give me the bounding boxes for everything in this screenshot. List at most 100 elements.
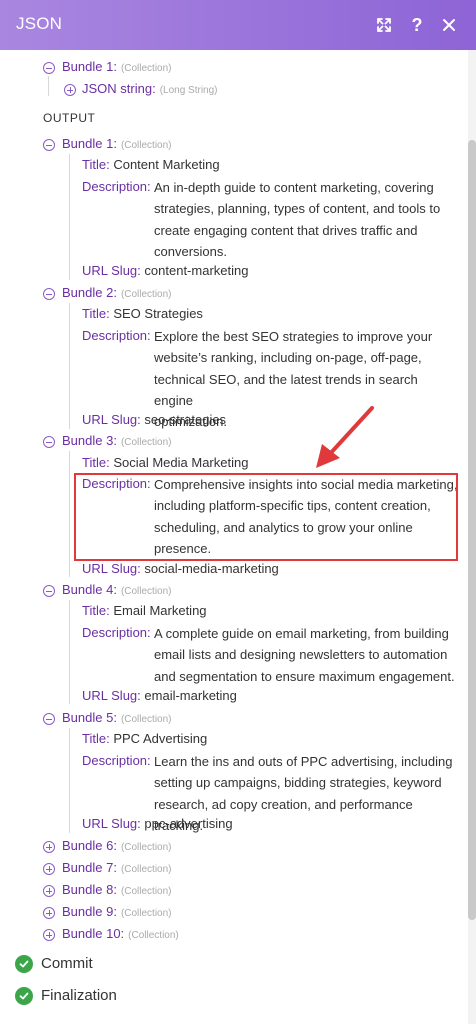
- title-field[interactable]: Title: SEO Strategies: [82, 304, 203, 324]
- tree-line: [69, 154, 70, 280]
- url-slug-field[interactable]: URL Slug: email-marketing: [82, 686, 237, 706]
- description-key: Description:: [82, 751, 151, 771]
- type-badge: (Collection): [120, 140, 172, 151]
- url-slug-field[interactable]: URL Slug: social-media-marketing: [82, 559, 279, 579]
- title-field[interactable]: Title: Email Marketing: [82, 601, 207, 621]
- url-slug-field[interactable]: URL Slug: content-marketing: [82, 261, 248, 281]
- title-field[interactable]: Title: Content Marketing: [82, 155, 220, 175]
- annotation-arrow-icon: [316, 406, 374, 468]
- bundle-label: Bundle 10:: [62, 926, 125, 941]
- input-bundle-row[interactable]: Bundle 1: (Collection): [62, 57, 172, 77]
- field-key: Description:: [82, 179, 151, 194]
- bundle-row[interactable]: Bundle 9: (Collection): [62, 902, 172, 922]
- dialog-header: JSON ?: [0, 0, 476, 50]
- minus-circle-icon[interactable]: [43, 585, 55, 597]
- minus-circle-icon[interactable]: [43, 139, 55, 151]
- type-badge: (Collection): [120, 63, 172, 74]
- bundle-label: Bundle 9:: [62, 904, 117, 919]
- desc-line: conversions.: [154, 243, 227, 259]
- bundle-row[interactable]: Bundle 3: (Collection): [62, 431, 172, 451]
- minus-circle-icon[interactable]: [43, 436, 55, 448]
- title-field[interactable]: Title: Social Media Marketing: [82, 453, 248, 473]
- title-field[interactable]: Title: PPC Advertising: [82, 729, 207, 749]
- field-key: Title:: [82, 455, 110, 470]
- plus-circle-icon[interactable]: [43, 841, 55, 853]
- desc-line: email lists and designing newsletters to…: [154, 647, 448, 663]
- bundle-row[interactable]: Bundle 8: (Collection): [62, 880, 172, 900]
- field-key: Title:: [82, 306, 110, 321]
- plus-circle-icon[interactable]: [43, 907, 55, 919]
- bundle-label: Bundle 3:: [62, 433, 117, 448]
- question-icon[interactable]: ?: [405, 13, 429, 37]
- field-value: content-marketing: [144, 263, 249, 278]
- scrollbar-thumb[interactable]: [468, 140, 476, 920]
- plus-circle-icon[interactable]: [64, 84, 76, 96]
- type-badge: (Collection): [120, 842, 172, 853]
- bundle-label: Bundle 4:: [62, 582, 117, 597]
- field-key: URL Slug:: [82, 816, 141, 831]
- desc-line: A complete guide on email marketing, fro…: [154, 626, 449, 641]
- type-badge: (Collection): [128, 930, 179, 941]
- output-section-label: OUTPUT: [43, 111, 96, 125]
- description-key: Description:: [82, 177, 151, 197]
- description-key: Description:: [82, 326, 151, 346]
- desc-line: technical SEO, and the latest trends in …: [154, 371, 418, 408]
- tree-line: [69, 728, 70, 833]
- type-badge: (Collection): [120, 886, 172, 897]
- bundle-row[interactable]: Bundle 10: (Collection): [62, 924, 179, 944]
- field-key: Title:: [82, 603, 110, 618]
- bundle-row[interactable]: Bundle 6: (Collection): [62, 836, 172, 856]
- tree-line: [69, 600, 70, 704]
- field-key: Description:: [82, 625, 151, 640]
- field-value: PPC Advertising: [113, 731, 208, 746]
- minus-circle-icon[interactable]: [43, 713, 55, 725]
- status-finalization[interactable]: Finalization: [41, 987, 117, 1004]
- desc-line: strategies, planning, types of content, …: [154, 201, 441, 217]
- bundle-row[interactable]: Bundle 2: (Collection): [62, 283, 172, 303]
- tree-line: [69, 451, 70, 577]
- tree-line: [48, 76, 49, 96]
- desc-line: website’s ranking, including on-page, of…: [154, 350, 422, 366]
- plus-circle-icon[interactable]: [43, 885, 55, 897]
- field-key: URL Slug:: [82, 412, 141, 427]
- bundle-label: Bundle 5:: [62, 710, 117, 725]
- plus-circle-icon[interactable]: [43, 929, 55, 941]
- field-key: Description:: [82, 328, 151, 343]
- desc-line: and segmentation to ensure maximum engag…: [154, 668, 455, 684]
- desc-line: create engaging content that drives traf…: [154, 222, 418, 238]
- status-commit[interactable]: Commit: [41, 955, 93, 972]
- json-string-label: JSON string:: [82, 81, 156, 96]
- bundle-row[interactable]: Bundle 5: (Collection): [62, 708, 172, 728]
- highlight-box: [74, 473, 458, 561]
- check-circle-icon: [15, 987, 33, 1005]
- bundle-label: Bundle 8:: [62, 882, 117, 897]
- field-key: URL Slug:: [82, 263, 141, 278]
- expand-arrows-icon[interactable]: [372, 13, 396, 37]
- description-value[interactable]: A complete guide on email marketing, fro…: [154, 623, 459, 687]
- url-slug-field[interactable]: URL Slug: ppc-advertising: [82, 814, 233, 834]
- type-badge: (Collection): [120, 864, 172, 875]
- minus-circle-icon[interactable]: [43, 62, 55, 74]
- json-string-row[interactable]: JSON string: (Long String): [82, 79, 218, 99]
- description-key: Description:: [82, 623, 151, 643]
- minus-circle-icon[interactable]: [43, 288, 55, 300]
- field-key: URL Slug:: [82, 688, 141, 703]
- bundle-row[interactable]: Bundle 4: (Collection): [62, 580, 172, 600]
- url-slug-field[interactable]: URL Slug: seo-strategies: [82, 410, 226, 430]
- field-value: ppc-advertising: [144, 816, 233, 831]
- description-value[interactable]: An in-depth guide to content marketing, …: [154, 177, 459, 262]
- field-key: Description:: [82, 753, 151, 768]
- bundle-label: Bundle 2:: [62, 285, 117, 300]
- type-badge: (Collection): [120, 908, 172, 919]
- field-value: social-media-marketing: [144, 561, 279, 576]
- field-value: Social Media Marketing: [113, 455, 249, 470]
- bundle-row[interactable]: Bundle 1: (Collection): [62, 134, 172, 154]
- type-badge: (Long String): [159, 85, 218, 96]
- desc-line: Explore the best SEO strategies to impro…: [154, 329, 433, 344]
- field-value: Content Marketing: [113, 157, 220, 172]
- close-icon[interactable]: [437, 13, 461, 37]
- plus-circle-icon[interactable]: [43, 863, 55, 875]
- desc-line: Learn the ins and outs of PPC advertisin…: [154, 754, 453, 769]
- bundle-row[interactable]: Bundle 7: (Collection): [62, 858, 172, 878]
- desc-line: setting up campaigns, bidding strategies…: [154, 775, 442, 791]
